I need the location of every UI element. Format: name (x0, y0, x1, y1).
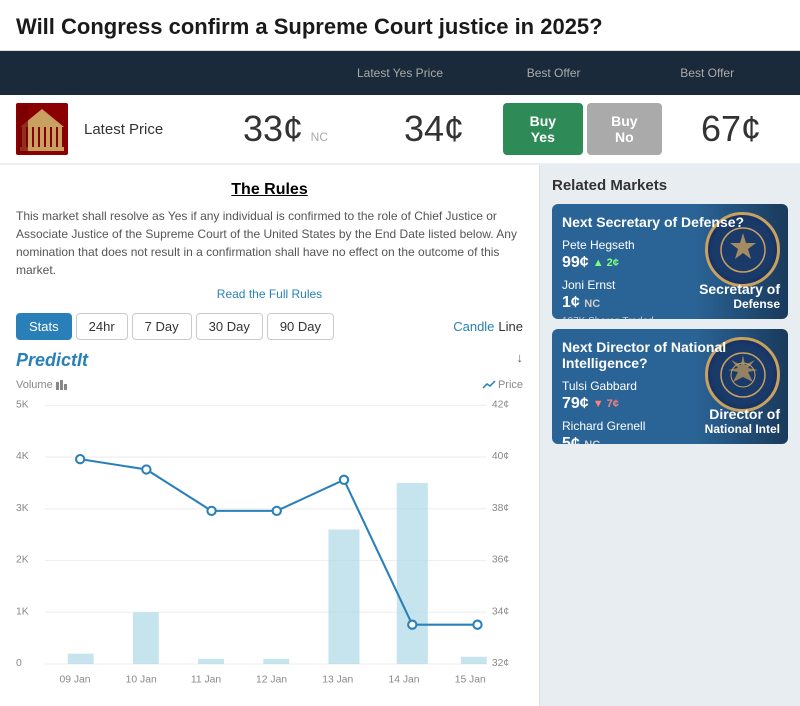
volume-label: Volume (16, 378, 69, 392)
price-bar-col2: Best Offer (477, 66, 631, 80)
price-label: Price (482, 378, 523, 392)
chart-svg: 5K 4K 3K 2K 1K 0 42¢ 40¢ 38¢ 36¢ 34¢ 32¢ (16, 395, 523, 695)
right-panel: Related Markets Next Secretary of Defens… (540, 165, 800, 706)
market-card-defense-price1: 99¢ ▲ 2¢ (562, 254, 778, 272)
yes-price-section: 33¢ NC (206, 108, 365, 150)
page-title: Will Congress confirm a Supreme Court ju… (0, 0, 800, 51)
predictit-logo: PredictIt (16, 350, 88, 371)
market-card-defense[interactable]: Next Secretary of Defense? Pete Hegseth … (552, 204, 788, 319)
buy-no-button[interactable]: Buy No (587, 103, 662, 155)
tab-24hr[interactable]: 24hr (76, 313, 128, 340)
offer-price: 34¢ (404, 108, 464, 149)
read-full-rules-link[interactable]: Read the Full Rules (16, 287, 523, 301)
rules-title: The Rules (16, 181, 523, 199)
svg-text:40¢: 40¢ (492, 451, 509, 462)
download-icon[interactable]: ↓ (517, 350, 524, 365)
svg-text:10 Jan: 10 Jan (126, 675, 157, 686)
tab-stats[interactable]: Stats (16, 313, 72, 340)
latest-price-row: Latest Price 33¢ NC 34¢ Buy Yes Buy No 6… (0, 95, 800, 165)
rules-section: The Rules This market shall resolve as Y… (16, 181, 523, 301)
left-panel: The Rules This market shall resolve as Y… (0, 165, 540, 706)
tab-line[interactable]: Line (498, 319, 523, 334)
svg-text:11 Jan: 11 Jan (191, 675, 221, 686)
svg-text:1K: 1K (16, 606, 29, 617)
intel-change-down: ▼ 7¢ (593, 398, 619, 410)
market-card-intel-person1: Tulsi Gabbard (562, 379, 778, 393)
intel-bg-text: Director of National Intel (705, 406, 780, 436)
related-markets-title: Related Markets (552, 177, 788, 194)
svg-text:4K: 4K (16, 451, 29, 462)
tab-candle[interactable]: Candle (453, 319, 494, 334)
svg-text:38¢: 38¢ (492, 503, 509, 514)
price-bar: Latest Yes Price Best Offer Best Offer (0, 51, 800, 95)
tab-90day[interactable]: 90 Day (267, 313, 334, 340)
svg-text:5K: 5K (16, 399, 29, 410)
best-offer-price: 67¢ (678, 108, 784, 150)
rules-text: This market shall resolve as Yes if any … (16, 207, 523, 279)
svg-text:42¢: 42¢ (492, 399, 509, 410)
buy-buttons: Buy Yes Buy No (503, 103, 662, 155)
defense-change-up: ▲ 2¢ (593, 257, 619, 269)
buy-yes-button[interactable]: Buy Yes (503, 103, 583, 155)
svg-text:13 Jan: 13 Jan (322, 675, 353, 686)
chart-area: PredictIt ↓ Volume Price 5K 4K 3K 2K 1K … (16, 350, 523, 690)
price-bar-col3: Best Offer (630, 66, 784, 80)
main-content: The Rules This market shall resolve as Y… (0, 165, 800, 706)
yes-nc: NC (311, 130, 328, 144)
latest-price-label: Latest Price (84, 121, 190, 138)
svg-text:15 Jan: 15 Jan (455, 675, 486, 686)
price-bar-col1: Latest Yes Price (323, 66, 477, 80)
defense-bg-text: Secretary of Defense (699, 281, 780, 311)
market-card-defense-title: Next Secretary of Defense? (562, 214, 778, 230)
market-icon (16, 103, 68, 155)
svg-text:0: 0 (16, 658, 22, 669)
offer-price-section: 34¢ (381, 108, 487, 150)
tab-7day[interactable]: 7 Day (132, 313, 192, 340)
market-card-intel-title: Next Director of National Intelligence? (562, 339, 778, 371)
svg-text:3K: 3K (16, 503, 29, 514)
market-card-intel[interactable]: Next Director of National Intelligence? … (552, 329, 788, 444)
market-card-defense-shares: 107K Shares Traded (562, 316, 778, 319)
market-card-intel-price2: 5¢ NC (562, 435, 778, 444)
svg-text:34¢: 34¢ (492, 606, 509, 617)
tab-30day[interactable]: 30 Day (196, 313, 263, 340)
svg-text:09 Jan: 09 Jan (59, 675, 90, 686)
svg-text:32¢: 32¢ (492, 658, 509, 669)
svg-text:2K: 2K (16, 555, 29, 566)
svg-text:36¢: 36¢ (492, 555, 509, 566)
chart-tabs: Stats 24hr 7 Day 30 Day 90 Day Candle Li… (16, 313, 523, 340)
svg-text:14 Jan: 14 Jan (388, 675, 419, 686)
svg-text:12 Jan: 12 Jan (256, 675, 287, 686)
yes-price: 33¢ (243, 108, 303, 149)
market-card-defense-person1: Pete Hegseth (562, 238, 778, 252)
